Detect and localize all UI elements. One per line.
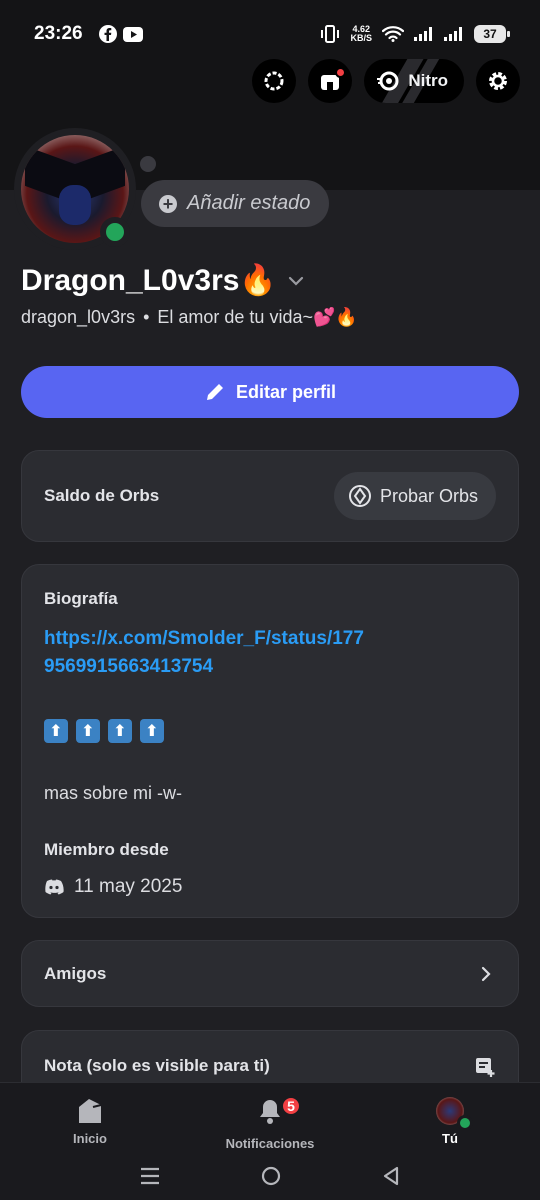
tab-you[interactable]: Tú (360, 1083, 540, 1152)
orb-icon (348, 485, 371, 507)
friends-title: Amigos (44, 963, 107, 983)
system-navigation-bar (0, 1152, 540, 1200)
tab-home[interactable]: Inicio (0, 1083, 180, 1152)
gear-icon (489, 72, 507, 90)
nitro-icon (377, 71, 399, 91)
notification-dot (335, 67, 347, 78)
tab-notifications[interactable]: 5 Notificaciones (180, 1083, 360, 1152)
discord-icon (45, 879, 64, 895)
display-name-row[interactable]: Dragon_L0v3rs🔥 (21, 263, 307, 298)
tab-home-label: Inicio (73, 1131, 107, 1146)
online-status-indicator (100, 217, 130, 247)
member-since-row: 11 may 2025 (44, 876, 496, 898)
facebook-icon (98, 25, 117, 43)
member-since-title: Miembro desde (44, 840, 169, 859)
top-actions: Nitro (252, 59, 520, 103)
quests-button[interactable] (252, 59, 297, 103)
signal-icon (444, 27, 464, 41)
status-bar: 23:26 4.62 KB/S 37 (0, 0, 540, 68)
up-arrow-icon: ⬆ (140, 719, 164, 743)
up-arrow-icon: ⬆ (108, 719, 132, 743)
signal-icon (414, 27, 434, 41)
pencil-icon (206, 384, 223, 400)
status-time: 23:26 (34, 23, 83, 44)
bio-text: mas sobre mi -w- (44, 783, 183, 803)
online-status-indicator (457, 1115, 473, 1131)
try-orbs-label: Probar Orbs (379, 485, 478, 506)
notification-badge: 5 (280, 1095, 302, 1117)
up-arrow-icon: ⬆ (76, 719, 100, 743)
bottom-tab-bar: Inicio 5 Notificaciones Tú (0, 1082, 540, 1152)
edit-profile-button[interactable]: Editar perfil (21, 366, 519, 418)
settings-button[interactable] (476, 59, 520, 103)
net-speed: 4.62 KB/S (350, 24, 372, 43)
laurel-icon (264, 71, 284, 91)
bio-link[interactable]: https://x.com/Smolder_F/status/177956991… (44, 625, 374, 681)
nitro-label: Nitro (408, 71, 448, 90)
tab-notifications-label: Notificaciones (225, 1136, 315, 1151)
orbs-title: Saldo de Orbs (44, 486, 160, 505)
vibrate-icon (320, 25, 340, 43)
bio-title: Biografía (44, 589, 118, 608)
add-status-label: Añadir estado (187, 192, 311, 214)
pronouns-tagline: El amor de tu vida~💕🔥 (157, 307, 358, 327)
edit-profile-label: Editar perfil (235, 381, 337, 402)
back-icon[interactable] (381, 1165, 401, 1187)
plus-icon: + (159, 194, 177, 213)
note-title: Nota (solo es visible para ti) (44, 1056, 270, 1075)
chevron-down-icon[interactable] (285, 270, 307, 292)
recents-icon[interactable] (139, 1166, 161, 1186)
username-row: dragon_l0v3rs • El amor de tu vida~💕🔥 (21, 307, 358, 328)
orbs-card: Saldo de Orbs Probar Orbs (21, 450, 519, 542)
display-name: Dragon_L0v3rs🔥 (21, 264, 277, 297)
nitro-button[interactable]: Nitro (364, 59, 464, 103)
friends-card[interactable]: Amigos (21, 940, 519, 1007)
note-add-icon[interactable] (474, 1056, 496, 1078)
add-status-button[interactable]: + Añadir estado (141, 180, 329, 227)
bio-card: Biografía https://x.com/Smolder_F/status… (21, 564, 519, 918)
username: dragon_l0v3rs (21, 307, 136, 327)
wifi-icon (382, 26, 404, 42)
bio-arrows: ⬆ ⬆ ⬆ ⬆ (44, 719, 496, 743)
tab-avatar (436, 1097, 473, 1131)
member-since-date: 11 may 2025 (74, 876, 183, 897)
separator: • (143, 307, 150, 327)
youtube-icon (122, 26, 143, 42)
chevron-right-icon (481, 966, 491, 981)
up-arrow-icon: ⬆ (44, 719, 68, 743)
home-icon (79, 1099, 102, 1123)
status-bubble-tail (140, 156, 156, 172)
battery-icon: 37 (474, 25, 510, 43)
tab-you-label: Tú (442, 1131, 458, 1146)
try-orbs-button[interactable]: Probar Orbs (333, 472, 496, 520)
shop-button[interactable] (308, 59, 353, 103)
home-button-icon[interactable] (260, 1165, 282, 1187)
